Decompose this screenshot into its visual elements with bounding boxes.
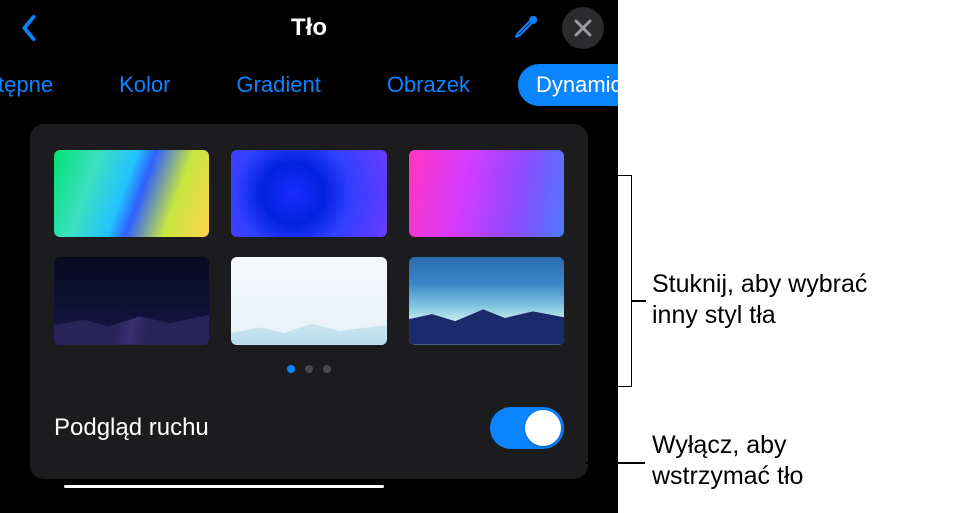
dynamic-backgrounds-panel: Podgląd ruchu [30, 124, 588, 479]
background-thumb[interactable] [231, 150, 386, 237]
annotation-toggle-hint: Wyłącz, aby wstrzymać tło [652, 430, 803, 493]
motion-preview-label: Podgląd ruchu [54, 414, 209, 442]
tab-image[interactable]: Obrazek [369, 64, 488, 106]
background-thumb[interactable] [54, 150, 209, 237]
close-icon [574, 19, 592, 37]
annotation-thumb-hint: Stuknij, aby wybrać inny styl tła [652, 269, 867, 332]
background-picker-panel: Tło tępne Kolor Gradient Obrazek Dynamic… [0, 0, 618, 513]
tab-dynamic[interactable]: Dynamiczne [518, 64, 618, 106]
background-type-tabs: tępne Kolor Gradient Obrazek Dynamiczne [0, 56, 618, 124]
panel-title: Tło [291, 14, 327, 42]
annotation-text: wstrzymać tło [652, 461, 803, 492]
eyedropper-icon [512, 15, 538, 41]
background-thumb[interactable] [409, 257, 564, 344]
panel-header: Tło [0, 0, 618, 56]
motion-preview-toggle[interactable] [490, 407, 564, 449]
label-underline [64, 485, 384, 488]
toggle-knob [525, 410, 561, 446]
annotation-text: inny styl tła [652, 300, 867, 331]
close-button[interactable] [562, 7, 604, 49]
pager-dots [54, 365, 564, 373]
annotation-text: Stuknij, aby wybrać [652, 269, 867, 300]
tab-color[interactable]: Kolor [101, 64, 188, 106]
motion-preview-row: Podgląd ruchu [54, 407, 564, 449]
background-grid [54, 150, 564, 345]
pager-dot[interactable] [287, 365, 295, 373]
pager-dot[interactable] [305, 365, 313, 373]
callout-leader [632, 300, 646, 302]
background-thumb[interactable] [54, 257, 209, 344]
tab-gradient[interactable]: Gradient [218, 64, 338, 106]
background-thumb[interactable] [231, 257, 386, 344]
callout-bracket [618, 175, 632, 387]
eyedropper-button[interactable] [510, 13, 540, 43]
chevron-left-icon [20, 15, 38, 41]
callout-leader [585, 462, 645, 464]
background-thumb[interactable] [409, 150, 564, 237]
annotation-text: Wyłącz, aby [652, 430, 803, 461]
back-button[interactable] [14, 13, 44, 43]
pager-dot[interactable] [323, 365, 331, 373]
tab-preset[interactable]: tępne [0, 64, 71, 106]
